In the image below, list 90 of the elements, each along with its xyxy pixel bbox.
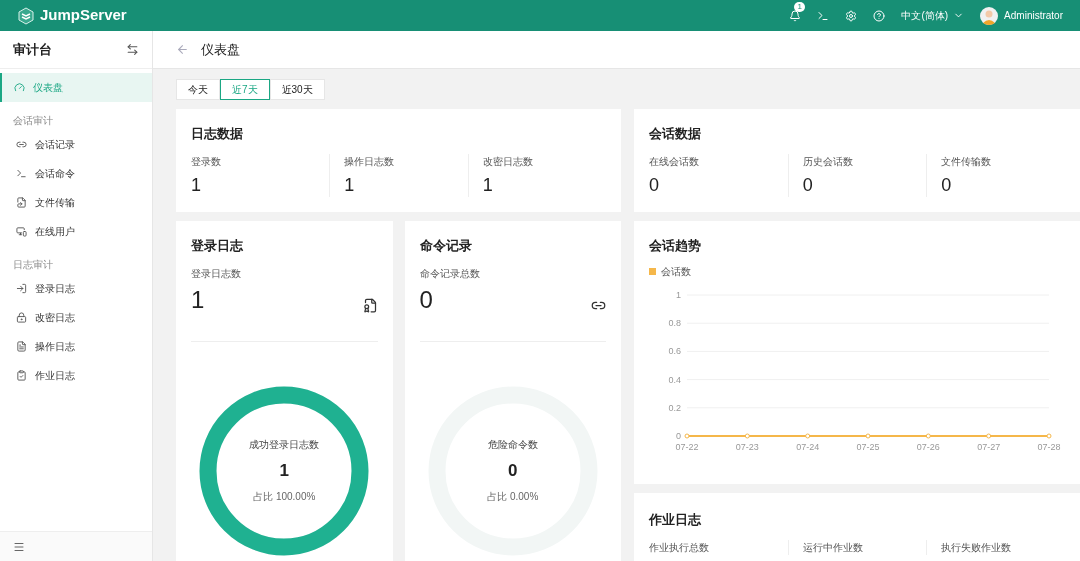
stat-label: 执行失败作业数 (941, 540, 1013, 555)
data-point (1046, 433, 1052, 438)
x-tick-label: 07-22 (675, 441, 699, 452)
count-value: 0 (419, 284, 433, 315)
notification-count: 1 (794, 1, 805, 12)
date-range-tab[interactable]: 近30天 (269, 79, 325, 100)
card-title: 会话数据 (649, 125, 702, 143)
legend-swatch (649, 267, 656, 275)
card-title: 作业日志 (649, 511, 702, 529)
sidebar-group-label: 会话审计 (12, 114, 54, 128)
data-point (684, 433, 690, 438)
file-icon (16, 197, 27, 208)
sidebar-item[interactable]: 作业日志 (0, 361, 152, 390)
x-tick-label: 07-24 (796, 441, 820, 452)
link-icon (16, 139, 27, 150)
user-name[interactable]: Administrator (1004, 8, 1063, 23)
gauge-icon (14, 82, 25, 93)
data-point (805, 433, 811, 438)
legend-label: 会话数 (661, 264, 691, 279)
count-label: 登录日志数 (191, 266, 242, 281)
stat-label: 改密日志数 (482, 154, 534, 169)
back-icon[interactable] (176, 43, 189, 56)
y-tick-label: 0.8 (668, 317, 681, 328)
settings-icon[interactable] (845, 9, 858, 22)
x-tick-label: 07-25 (856, 441, 880, 452)
ring-label: 危险命令数 (487, 437, 538, 452)
language-dropdown[interactable]: 中文(简体) (901, 8, 965, 23)
stat-value: 0 (941, 173, 953, 197)
count-value: 1 (191, 284, 205, 315)
date-range-tab[interactable]: 今天 (176, 79, 220, 100)
y-tick-label: 1 (676, 289, 681, 300)
notification-bell-icon[interactable] (789, 9, 802, 22)
stat-label: 登录数 (191, 154, 222, 169)
card-title: 命令记录 (419, 237, 473, 255)
logo-text: JumpServer (40, 5, 127, 26)
clipboard-icon (16, 370, 27, 381)
sidebar-title: 审计台 (13, 40, 52, 59)
y-tick-label: 0 (676, 430, 681, 441)
card-title: 登录日志 (191, 237, 244, 255)
ring-ratio: 占比 100.00% (253, 490, 316, 505)
avatar-icon[interactable] (980, 6, 999, 25)
sidebar-group-label: 日志审计 (12, 258, 54, 272)
stat-value: 1 (191, 173, 202, 197)
help-icon[interactable] (873, 9, 886, 22)
page-title: 仪表盘 (201, 40, 240, 59)
stat-label: 历史会话数 (802, 154, 854, 169)
stat-value: 1 (482, 173, 494, 197)
ring-value: 1 (279, 459, 289, 482)
stat-label: 运行中作业数 (802, 540, 864, 555)
stat-label: 操作日志数 (344, 154, 396, 169)
count-label: 命令记录总数 (419, 266, 481, 281)
sidebar-item[interactable]: 改密日志 (0, 303, 152, 332)
x-tick-label: 07-28 (1037, 441, 1061, 452)
login-icon (16, 283, 27, 294)
logo-icon (17, 6, 35, 25)
devices-icon (16, 226, 27, 237)
collapse-menu-icon[interactable] (13, 540, 25, 553)
stat-label: 文件传输数 (941, 154, 993, 169)
data-point (744, 433, 750, 438)
stat-label: 作业执行总数 (649, 540, 710, 555)
data-point (865, 433, 871, 438)
x-tick-label: 07-23 (735, 441, 759, 452)
x-tick-label: 07-27 (977, 441, 1001, 452)
sidebar-item[interactable]: 操作日志 (0, 332, 152, 361)
data-point (986, 433, 992, 438)
sidebar-item[interactable]: 文件传输 (0, 188, 152, 217)
x-tick-label: 07-26 (916, 441, 940, 452)
stat-value: 1 (344, 173, 356, 197)
ring-ratio: 占比 0.00% (487, 490, 539, 505)
sidebar-item[interactable]: 登录日志 (0, 274, 152, 303)
card-title: 日志数据 (191, 125, 244, 143)
y-tick-label: 0.2 (668, 402, 681, 413)
sidebar-item[interactable]: 在线用户 (0, 217, 152, 246)
ring-label: 成功登录日志数 (249, 437, 320, 452)
sidebar-item[interactable]: 会话记录 (0, 130, 152, 159)
lock-icon (16, 312, 27, 323)
switch-icon[interactable] (126, 43, 139, 56)
y-tick-label: 0.6 (668, 345, 681, 356)
stat-label: 在线会话数 (649, 154, 700, 169)
y-tick-label: 0.4 (668, 374, 681, 385)
document-icon (362, 297, 378, 313)
card-title: 会话趋势 (649, 237, 702, 255)
sidebar-item[interactable]: 会话命令 (0, 159, 152, 188)
stat-value: 0 (649, 173, 660, 197)
terminal-icon (16, 168, 27, 179)
terminal-icon[interactable] (817, 9, 830, 22)
data-point (925, 433, 931, 438)
stat-value: 0 (802, 173, 814, 197)
ring-value: 0 (508, 459, 518, 482)
document-icon (16, 341, 27, 352)
